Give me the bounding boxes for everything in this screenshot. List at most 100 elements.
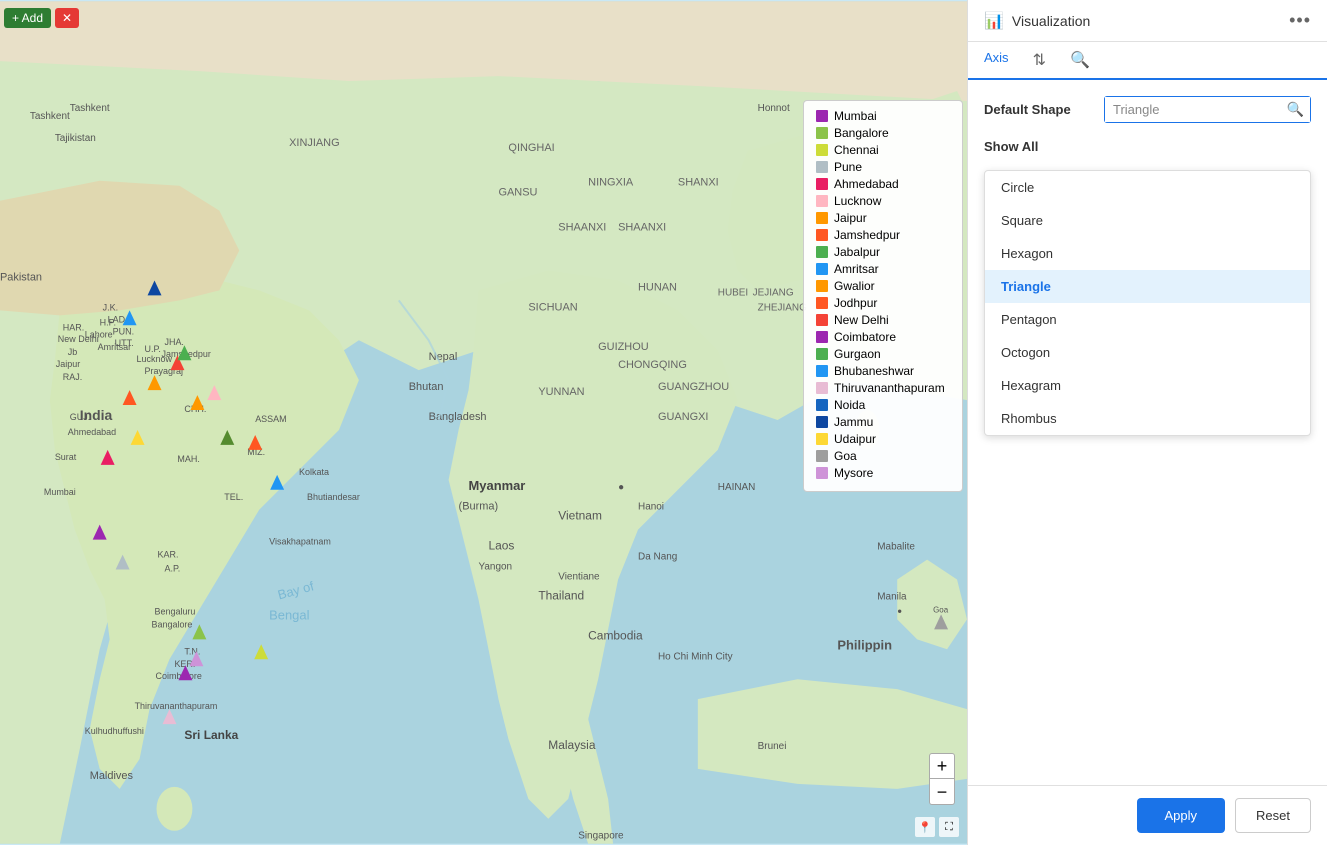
legend-color-swatch [816,127,828,139]
svg-text:RAJ.: RAJ. [63,372,82,382]
legend-item: Bhubaneshwar [816,364,950,378]
svg-text:Da Nang: Da Nang [638,552,677,563]
svg-text:J.K.: J.K. [103,302,118,312]
svg-text:Thailand: Thailand [538,588,584,602]
svg-text:XINJIANG: XINJIANG [289,137,340,149]
legend-item: Udaipur [816,432,950,446]
shape-item-square[interactable]: Square [985,204,1310,237]
show-all-row: Show All [984,139,1311,154]
shape-dropdown: CircleSquareHexagonTrianglePentagonOctog… [984,170,1311,436]
legend-item: Bangalore [816,126,950,140]
legend-color-swatch [816,144,828,156]
shape-search-container[interactable]: 🔍 [1104,96,1311,123]
panel-more-button[interactable]: ••• [1289,10,1311,31]
legend-item-label: Udaipur [834,432,876,446]
legend-item-label: Amritsar [834,262,879,276]
svg-text:Hanoi: Hanoi [638,502,664,513]
apply-button[interactable]: Apply [1137,798,1226,833]
svg-text:●: ● [618,482,624,493]
legend-color-swatch [816,433,828,445]
svg-text:Vietnam: Vietnam [558,509,602,523]
svg-text:Philippin: Philippin [837,637,892,652]
shape-item-circle[interactable]: Circle [985,171,1310,204]
svg-text:Bhutiandesar: Bhutiandesar [307,492,360,502]
svg-text:Vientiane: Vientiane [558,572,600,583]
svg-text:JEJIANG: JEJIANG [753,287,794,298]
legend-item: Gwalior [816,279,950,293]
legend-item-label: Jodhpur [834,296,877,310]
close-button[interactable]: ✕ [55,8,79,28]
legend-item: Goa [816,449,950,463]
svg-text:GUANGZHOU: GUANGZHOU [658,381,729,393]
reset-button[interactable]: Reset [1235,798,1311,833]
legend-item-label: Jaipur [834,211,867,225]
legend-item: Mumbai [816,109,950,123]
svg-text:Bengal: Bengal [269,607,309,622]
panel-tabs: Axis ⇅ 🔍 [968,42,1327,80]
legend-item-label: Pune [834,160,862,174]
legend-item: Mysore [816,466,950,480]
svg-text:CHONGQING: CHONGQING [618,359,687,371]
legend-item-label: Mysore [834,466,873,480]
shape-item-hexagram[interactable]: Hexagram [985,369,1310,402]
legend-item-label: Gwalior [834,279,875,293]
svg-text:SHAANXI: SHAANXI [558,222,606,234]
default-shape-row: Default Shape 🔍 [984,96,1311,123]
zoom-controls: + − [929,753,955,805]
shape-search-input[interactable] [1105,97,1310,122]
tab-sort[interactable]: ⇅ [1033,42,1046,78]
legend-item: Jabalpur [816,245,950,259]
zoom-in-button[interactable]: + [929,753,955,779]
panel-header: 📊 Visualization ••• [968,0,1327,42]
svg-text:Jb: Jb [68,347,77,357]
shape-item-rhombus[interactable]: Rhombus [985,402,1310,435]
tab-search[interactable]: 🔍 [1070,42,1090,78]
shape-item-hexagon[interactable]: Hexagon [985,237,1310,270]
legend-item-label: Goa [834,449,857,463]
svg-text:Myanmar: Myanmar [469,478,526,493]
tab-axis[interactable]: Axis [984,42,1009,78]
svg-text:UTT.: UTT. [115,338,134,348]
svg-text:Bangalore: Bangalore [152,619,193,629]
shape-item-triangle[interactable]: Triangle [985,270,1310,303]
legend-color-swatch [816,365,828,377]
legend-color-swatch [816,314,828,326]
pin-icon[interactable]: 📍 [915,817,935,837]
legend-color-swatch [816,110,828,122]
legend-color-swatch [816,161,828,173]
svg-text:Lahore: Lahore [85,329,113,339]
svg-text:HAR.: HAR. [63,322,84,332]
svg-text:Bangladesh: Bangladesh [429,411,487,423]
show-all-label: Show All [984,139,1104,154]
svg-text:Sri Lanka: Sri Lanka [184,728,238,742]
legend-color-swatch [816,416,828,428]
svg-text:Kolkata: Kolkata [299,467,329,477]
add-button[interactable]: + Add [4,8,51,28]
svg-text:SHAANXI: SHAANXI [618,222,666,234]
svg-text:Brunei: Brunei [758,741,787,752]
svg-text:Cambodia: Cambodia [588,628,643,642]
zoom-out-button[interactable]: − [929,779,955,805]
fullscreen-icon[interactable]: ⛶ [939,817,959,837]
svg-text:Tashkent: Tashkent [30,111,70,122]
svg-text:KAR.: KAR. [158,550,179,560]
svg-text:Visakhapatnam: Visakhapatnam [269,537,331,547]
legend-item-label: Noida [834,398,865,412]
panel-title: Visualization [1012,13,1281,29]
legend-color-swatch [816,229,828,241]
svg-text:Yangon: Yangon [479,562,513,573]
map-toolbar: + Add ✕ [4,8,79,28]
svg-text:A.P.: A.P. [164,564,180,574]
svg-text:Kulhudhuffushi: Kulhudhuffushi [85,726,144,736]
shape-item-octogon[interactable]: Octogon [985,336,1310,369]
shape-item-pentagon[interactable]: Pentagon [985,303,1310,336]
legend-item: Jaipur [816,211,950,225]
legend-color-swatch [816,399,828,411]
panel-footer: Apply Reset [968,785,1327,845]
svg-text:SHANXI: SHANXI [678,177,719,189]
legend-item: Thiruvananthapuram [816,381,950,395]
svg-text:JHA.: JHA. [164,337,183,347]
legend-color-swatch [816,212,828,224]
chart-icon: 📊 [984,11,1004,31]
svg-text:GUIZHOU: GUIZHOU [598,341,649,353]
